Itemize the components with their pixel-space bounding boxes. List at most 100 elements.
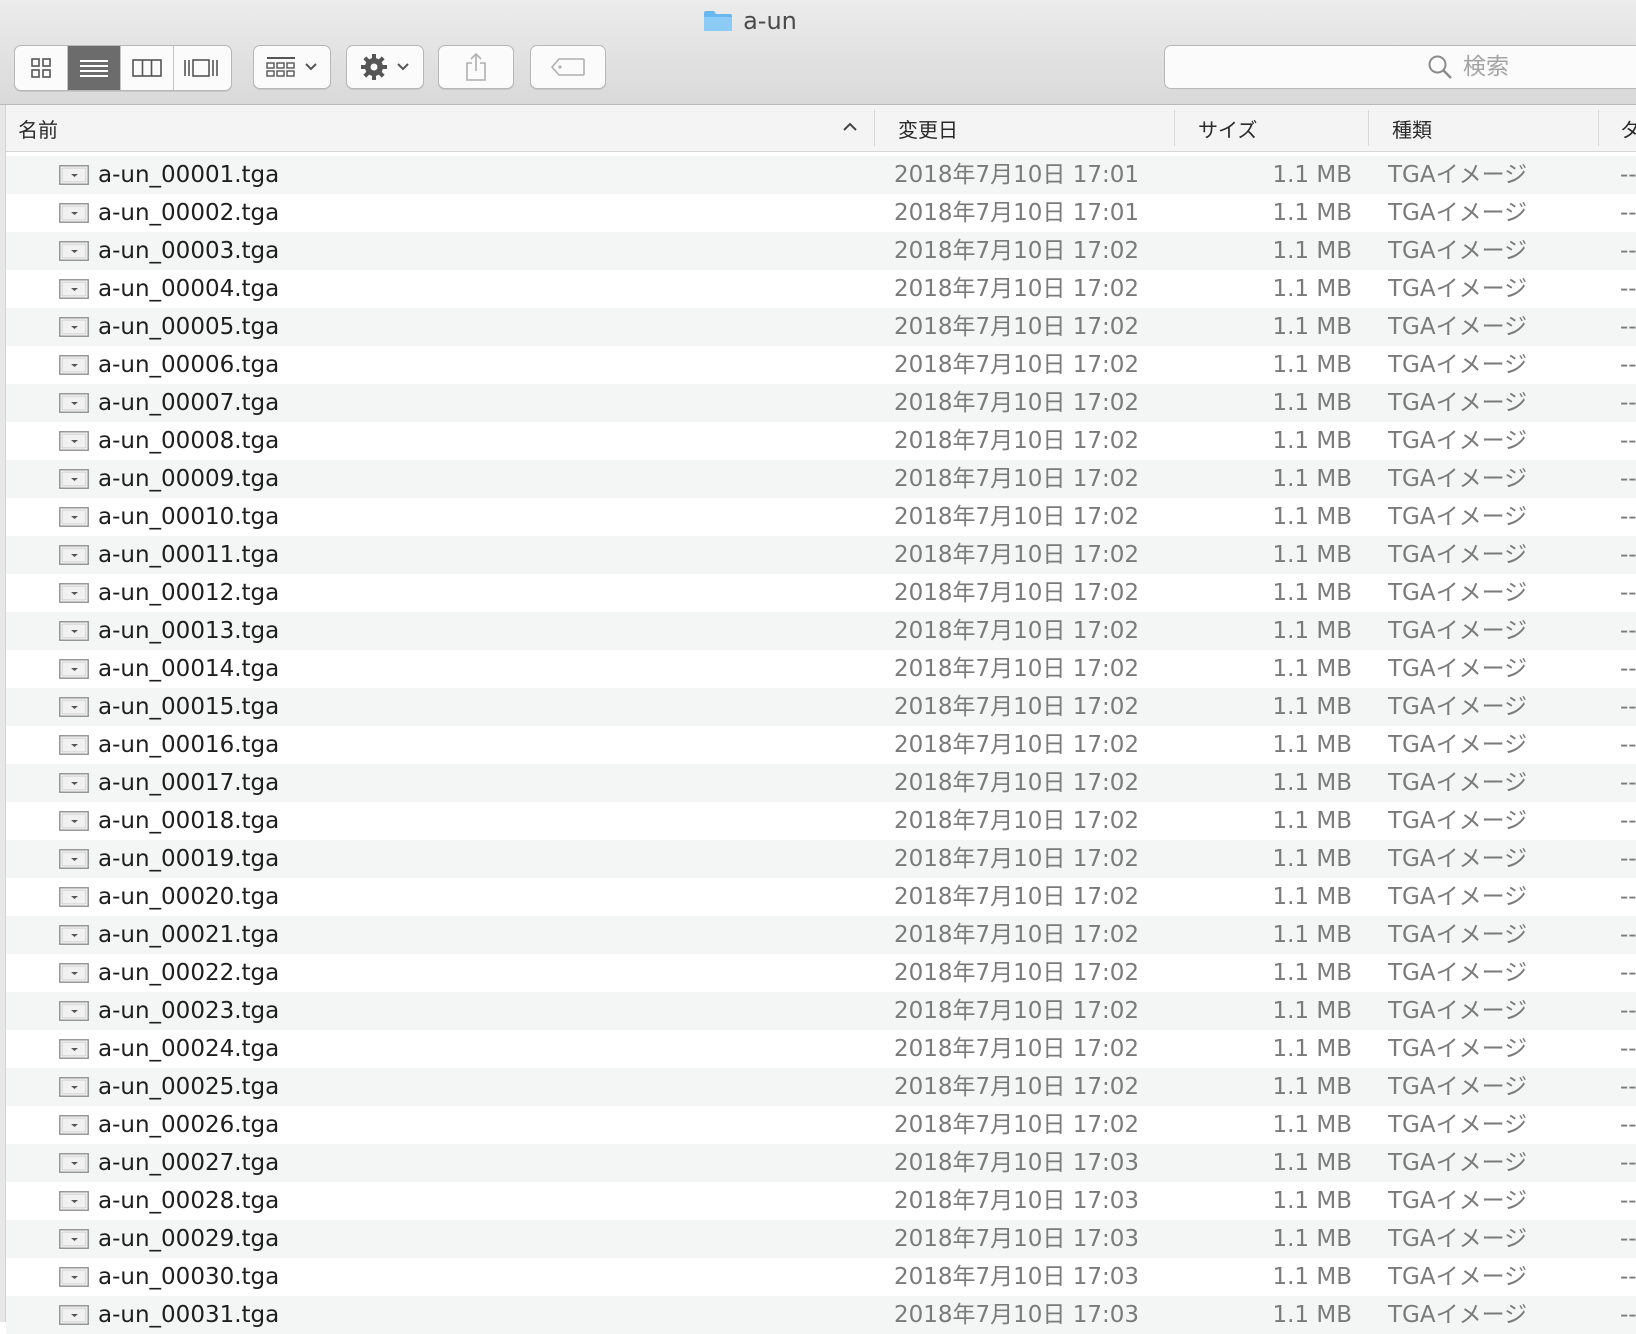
file-kind: TGAイメージ [1388,200,1528,226]
window-title-area: a-un [0,4,1500,38]
file-kind: TGAイメージ [1388,580,1528,606]
file-row[interactable]: a-un_00004.tga 2018年7月10日 17:02 1.1 MB T… [6,270,1636,308]
file-name: a-un_00008.tga [98,428,280,454]
column-header-kind[interactable]: 種類 [1392,105,1592,151]
file-kind: TGAイメージ [1388,884,1528,910]
file-modified-date: 2018年7月10日 17:02 [894,846,1140,872]
file-modified-date: 2018年7月10日 17:02 [894,352,1140,378]
file-row[interactable]: a-un_00007.tga 2018年7月10日 17:02 1.1 MB T… [6,384,1636,422]
file-row[interactable]: a-un_00022.tga 2018年7月10日 17:02 1.1 MB T… [6,954,1636,992]
file-row[interactable]: a-un_00031.tga 2018年7月10日 17:03 1.1 MB T… [6,1296,1636,1334]
tag-button[interactable] [530,45,606,89]
list-view-button[interactable] [68,46,121,90]
column-divider[interactable] [1174,110,1175,146]
file-name: a-un_00017.tga [98,770,280,796]
file-row[interactable]: a-un_00013.tga 2018年7月10日 17:02 1.1 MB T… [6,612,1636,650]
file-row[interactable]: a-un_00021.tga 2018年7月10日 17:02 1.1 MB T… [6,916,1636,954]
file-tags: -- [1620,200,1636,226]
file-tags: -- [1620,808,1636,834]
file-row[interactable]: a-un_00010.tga 2018年7月10日 17:02 1.1 MB T… [6,498,1636,536]
file-tags: -- [1620,1226,1636,1252]
tga-file-icon [59,773,89,793]
file-kind: TGAイメージ [1388,352,1528,378]
file-size: 1.1 MB [1272,162,1352,188]
file-row[interactable]: a-un_00025.tga 2018年7月10日 17:02 1.1 MB T… [6,1068,1636,1106]
file-row[interactable]: a-un_00017.tga 2018年7月10日 17:02 1.1 MB T… [6,764,1636,802]
file-row[interactable]: a-un_00023.tga 2018年7月10日 17:02 1.1 MB T… [6,992,1636,1030]
column-header-tag-label: タ [1620,117,1636,142]
file-row[interactable]: a-un_00012.tga 2018年7月10日 17:02 1.1 MB T… [6,574,1636,612]
file-modified-date: 2018年7月10日 17:02 [894,770,1140,796]
column-header-date[interactable]: 変更日 [898,105,1178,151]
file-row[interactable]: a-un_00018.tga 2018年7月10日 17:02 1.1 MB T… [6,802,1636,840]
file-row[interactable]: a-un_00015.tga 2018年7月10日 17:02 1.1 MB T… [6,688,1636,726]
tga-file-icon [59,279,89,299]
file-modified-date: 2018年7月10日 17:02 [894,466,1140,492]
columns-icon [132,59,162,77]
file-row[interactable]: a-un_00024.tga 2018年7月10日 17:02 1.1 MB T… [6,1030,1636,1068]
search-field[interactable] [1164,45,1636,89]
file-tags: -- [1620,238,1636,264]
tga-file-icon [59,697,89,717]
file-tags: -- [1620,1188,1636,1214]
file-kind: TGAイメージ [1388,1226,1528,1252]
file-size: 1.1 MB [1272,276,1352,302]
file-row[interactable]: a-un_00027.tga 2018年7月10日 17:03 1.1 MB T… [6,1144,1636,1182]
file-tags: -- [1620,998,1636,1024]
file-row[interactable]: a-un_00002.tga 2018年7月10日 17:01 1.1 MB T… [6,194,1636,232]
file-modified-date: 2018年7月10日 17:02 [894,428,1140,454]
tga-file-icon [59,1039,89,1059]
file-tags: -- [1620,1074,1636,1100]
column-header-name[interactable]: 名前 [18,105,878,151]
file-row[interactable]: a-un_00008.tga 2018年7月10日 17:02 1.1 MB T… [6,422,1636,460]
file-kind: TGAイメージ [1388,1188,1528,1214]
tga-file-icon [59,165,89,185]
file-name: a-un_00012.tga [98,580,280,606]
file-modified-date: 2018年7月10日 17:02 [894,542,1140,568]
file-row[interactable]: a-un_00019.tga 2018年7月10日 17:02 1.1 MB T… [6,840,1636,878]
cover-flow-view-button[interactable] [174,46,227,90]
file-row[interactable]: a-un_00001.tga 2018年7月10日 17:01 1.1 MB T… [6,156,1636,194]
column-header-size[interactable]: サイズ [1198,105,1368,151]
file-modified-date: 2018年7月10日 17:01 [894,162,1140,188]
share-icon [466,52,486,81]
file-name: a-un_00001.tga [98,162,280,188]
file-tags: -- [1620,960,1636,986]
file-row[interactable]: a-un_00003.tga 2018年7月10日 17:02 1.1 MB T… [6,232,1636,270]
search-input[interactable] [1461,53,1636,81]
column-view-button[interactable] [121,46,174,90]
file-size: 1.1 MB [1272,1074,1352,1100]
file-modified-date: 2018年7月10日 17:02 [894,960,1140,986]
file-row[interactable]: a-un_00030.tga 2018年7月10日 17:03 1.1 MB T… [6,1258,1636,1296]
file-modified-date: 2018年7月10日 17:03 [894,1226,1140,1252]
file-row[interactable]: a-un_00020.tga 2018年7月10日 17:02 1.1 MB T… [6,878,1636,916]
column-divider[interactable] [874,110,875,146]
file-row[interactable]: a-un_00014.tga 2018年7月10日 17:02 1.1 MB T… [6,650,1636,688]
tga-file-icon [59,659,89,679]
column-header-tag[interactable]: タ [1620,105,1636,151]
file-row[interactable]: a-un_00009.tga 2018年7月10日 17:02 1.1 MB T… [6,460,1636,498]
icon-view-button[interactable] [15,46,68,90]
file-tags: -- [1620,1302,1636,1328]
column-divider[interactable] [1598,110,1599,146]
file-row[interactable]: a-un_00029.tga 2018年7月10日 17:03 1.1 MB T… [6,1220,1636,1258]
file-row[interactable]: a-un_00006.tga 2018年7月10日 17:02 1.1 MB T… [6,346,1636,384]
file-row[interactable]: a-un_00026.tga 2018年7月10日 17:02 1.1 MB T… [6,1106,1636,1144]
column-divider[interactable] [1368,110,1369,146]
file-kind: TGAイメージ [1388,1074,1528,1100]
tga-file-icon [59,811,89,831]
group-button[interactable] [253,45,331,89]
file-kind: TGAイメージ [1388,162,1528,188]
tga-file-icon [59,469,89,489]
file-row[interactable]: a-un_00016.tga 2018年7月10日 17:02 1.1 MB T… [6,726,1636,764]
file-row[interactable]: a-un_00028.tga 2018年7月10日 17:03 1.1 MB T… [6,1182,1636,1220]
file-size: 1.1 MB [1272,808,1352,834]
tga-file-icon [59,887,89,907]
share-button[interactable] [438,45,514,89]
file-row[interactable]: a-un_00005.tga 2018年7月10日 17:02 1.1 MB T… [6,308,1636,346]
file-row[interactable]: a-un_00011.tga 2018年7月10日 17:02 1.1 MB T… [6,536,1636,574]
action-button[interactable] [346,45,424,89]
file-size: 1.1 MB [1272,656,1352,682]
file-size: 1.1 MB [1272,238,1352,264]
file-modified-date: 2018年7月10日 17:02 [894,276,1140,302]
